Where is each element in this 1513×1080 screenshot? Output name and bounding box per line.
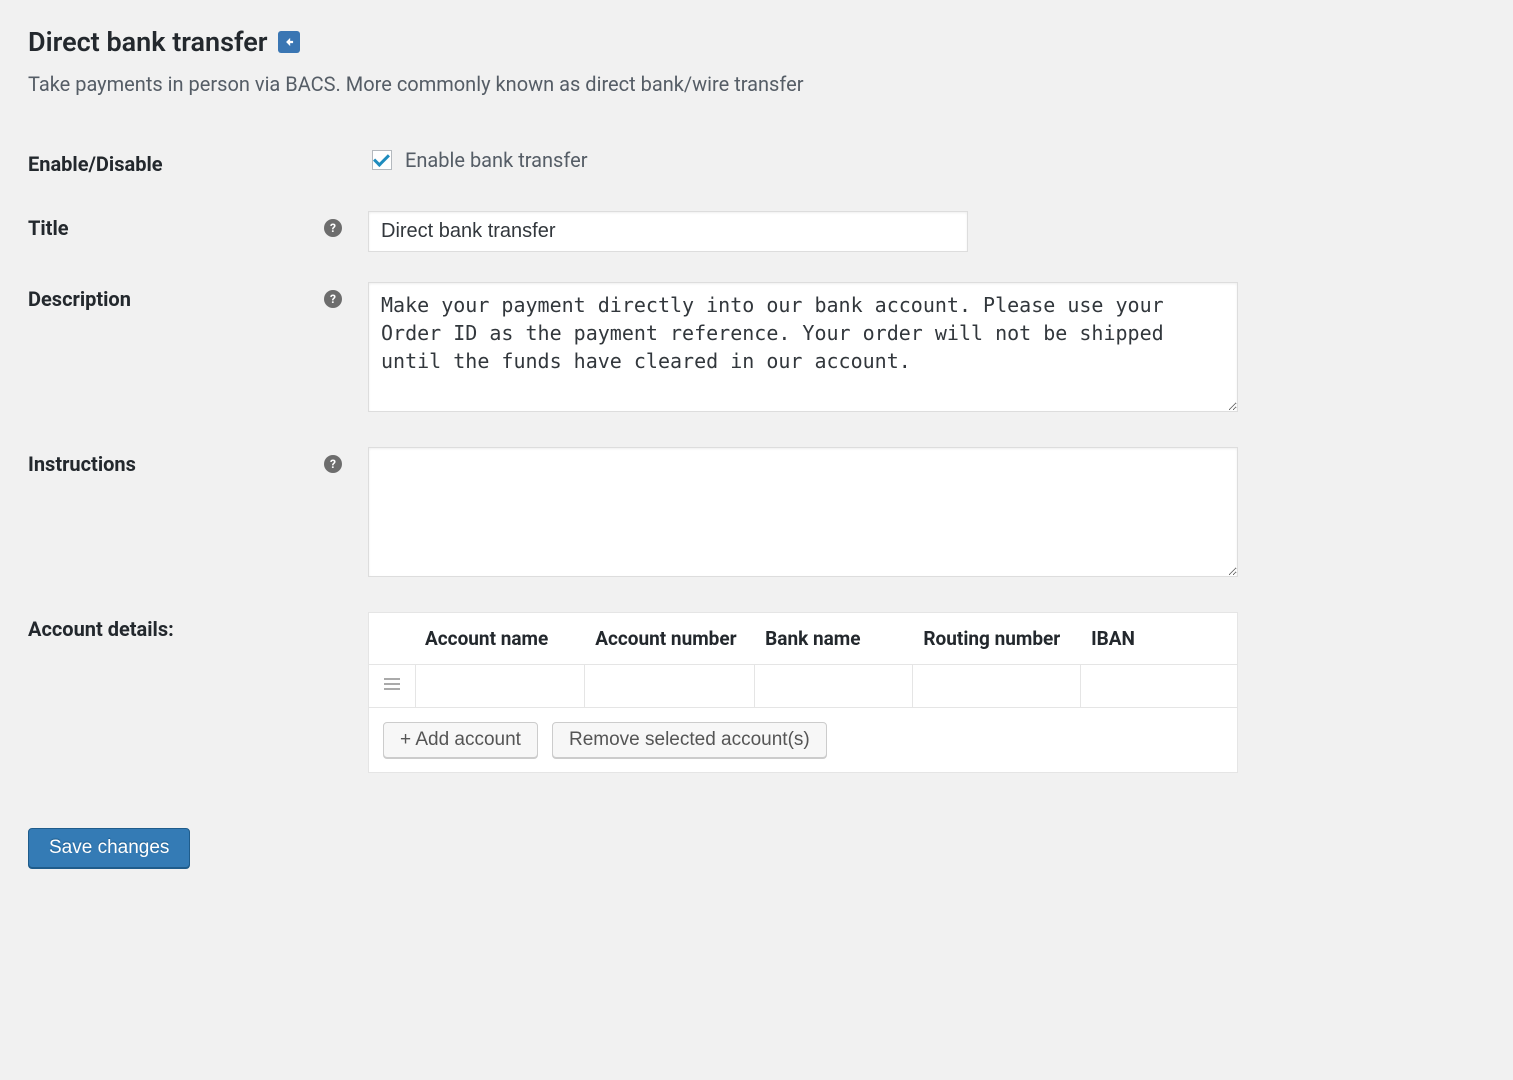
accounts-col-iban: IBAN [1081,613,1237,665]
iban-input[interactable] [1081,665,1237,707]
bank-name-input[interactable] [755,665,913,707]
account-number-input[interactable] [585,665,755,707]
remove-account-button[interactable]: Remove selected account(s) [552,722,827,758]
accounts-col-account-number: Account number [585,613,755,665]
accounts-col-sort [369,613,415,665]
account-name-input[interactable] [416,665,586,707]
instructions-textarea[interactable] [368,447,1238,577]
help-tip-icon[interactable]: ? [324,290,342,308]
back-icon[interactable] [278,31,300,53]
drag-handle-icon[interactable] [369,665,415,708]
accounts-col-bank-name: Bank name [755,613,913,665]
description-label: Description [28,287,131,311]
page-subtitle: Take payments in person via BACS. More c… [28,72,1485,96]
enable-disable-label: Enable/Disable [28,152,163,176]
account-details-label: Account details: [28,617,174,641]
help-tip-icon[interactable]: ? [324,219,342,237]
accounts-col-account-name: Account name [415,613,585,665]
title-label: Title [28,216,69,240]
save-changes-button[interactable]: Save changes [28,828,190,868]
help-tip-icon[interactable]: ? [324,455,342,473]
accounts-col-routing-number: Routing number [913,613,1081,665]
title-input[interactable] [368,211,968,252]
settings-form: Enable/Disable Enable bank transfer Titl… [28,132,1485,788]
page-title: Direct bank transfer [28,26,1485,58]
instructions-label: Instructions [28,452,136,476]
description-textarea[interactable]: Make your payment directly into our bank… [368,282,1238,412]
enable-bank-transfer-label[interactable]: Enable bank transfer [368,147,1475,173]
enable-bank-transfer-checkbox[interactable] [372,150,392,170]
accounts-row [369,665,1237,708]
accounts-table: Account name Account number Bank name Ro… [369,613,1237,707]
page-title-text: Direct bank transfer [28,26,268,58]
add-account-button[interactable]: + Add account [383,722,538,758]
accounts-table-wrap: Account name Account number Bank name Ro… [368,612,1238,773]
routing-number-input[interactable] [913,665,1081,707]
enable-bank-transfer-text: Enable bank transfer [405,148,587,172]
